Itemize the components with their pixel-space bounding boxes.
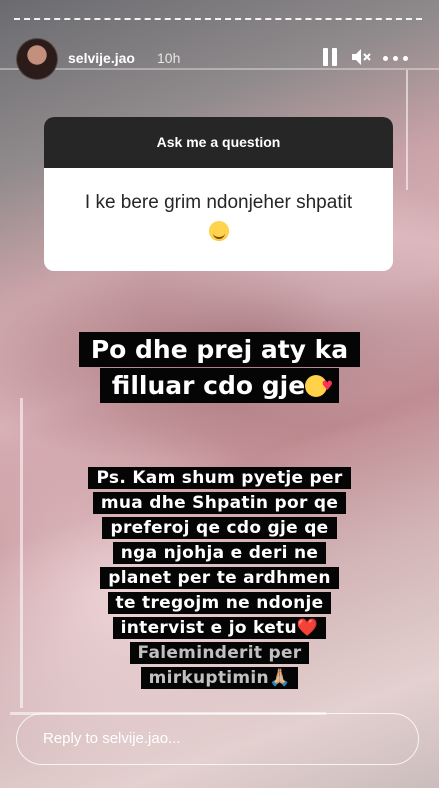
note-line: preferoj qe cdo gje qe [102, 517, 337, 539]
more-icon[interactable] [383, 56, 411, 62]
mute-icon[interactable] [351, 48, 373, 66]
timestamp: 10h [157, 50, 181, 66]
caption-main-line1: Po dhe prej aty ka [78, 332, 361, 367]
note-line: mua dhe Shpatin por qe [92, 492, 347, 514]
question-text-block: I ke bere grim ndonjeher shpatit [44, 168, 393, 242]
note-line: planet per te ardhmen [100, 567, 339, 589]
note-line: intervist e jo ketu [120, 618, 297, 638]
caption-main-line2: filluar cdo gje [111, 371, 306, 400]
note-line: mirkuptimin [148, 668, 269, 688]
note-line: Ps. Kam shum pyetje per [88, 467, 351, 489]
folded-hands-icon: 🙏🏼 [268, 668, 291, 688]
note-line-hands: mirkuptimin🙏🏼 [140, 667, 299, 689]
caption-main: Po dhe prej aty ka filluar cdo gje [0, 332, 439, 405]
caption-note: Ps. Kam shum pyetje per mua dhe Shpatin … [0, 466, 439, 691]
smiling-face-icon [208, 220, 229, 241]
caption-main-line2-wrap: filluar cdo gje [99, 368, 340, 405]
heart-icon: ❤️ [296, 618, 319, 638]
note-line: nga njohja e deri ne [112, 542, 327, 564]
question-sticker[interactable]: Ask me a question I ke bere grim ndonjeh… [44, 117, 393, 271]
note-line: Faleminderit per [129, 642, 310, 664]
note-line-heart: intervist e jo ketu❤️ [112, 617, 327, 639]
username[interactable]: selvije.jao [68, 50, 135, 66]
frame-line [0, 68, 439, 70]
smiling-face-hearts-icon [305, 369, 333, 405]
reply-input[interactable]: Reply to selvije.jao... [16, 713, 419, 765]
avatar[interactable] [16, 38, 58, 80]
question-text: I ke bere grim ndonjeher shpatit [84, 192, 353, 213]
note-line: te tregojm ne ndonje [107, 592, 332, 614]
pause-icon[interactable] [323, 48, 339, 66]
frame-line [406, 70, 408, 190]
question-title: Ask me a question [44, 117, 393, 168]
story-progress-bar [14, 18, 422, 22]
